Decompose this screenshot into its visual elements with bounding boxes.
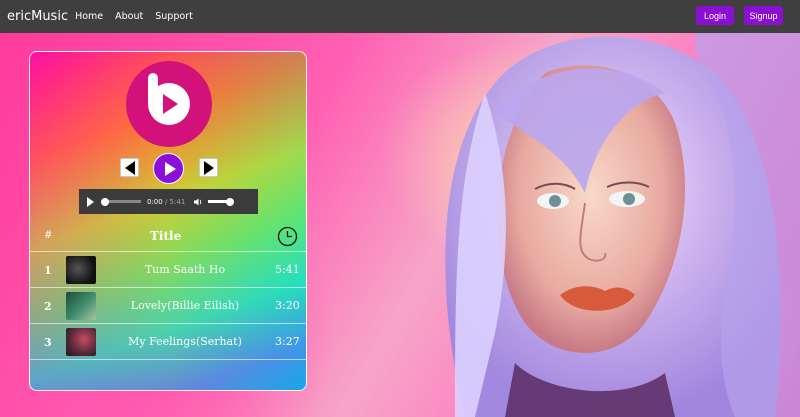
table-row[interactable]: 1 Tum Saath Ho 5:41 (30, 252, 306, 288)
play-button[interactable] (153, 153, 184, 184)
playlist-table: # Title 1 Tum Saath Ho 5:41 2 Lovely(Bil… (30, 222, 306, 360)
auth-buttons: Login Signup (696, 6, 783, 25)
play-icon (164, 161, 176, 176)
clock-icon (277, 226, 298, 247)
row-number: 1 (44, 264, 52, 277)
nav-link-home[interactable]: Home (75, 11, 103, 22)
portrait-illustration (445, 33, 800, 417)
table-row[interactable]: 2 Lovely(Billie Eilish) 3:20 (30, 288, 306, 324)
audio-time-separator: / (162, 197, 170, 206)
song-title[interactable]: My Feelings(Serhat) (96, 335, 274, 348)
audio-player: 0:00 / 5:41 (79, 189, 258, 214)
header-number: # (44, 230, 53, 241)
brand-logo-text[interactable]: ericMusic (7, 9, 68, 24)
audio-duration: 5:41 (169, 197, 186, 206)
album-thumbnail (66, 328, 96, 356)
song-duration: 3:27 (275, 335, 300, 348)
next-icon (203, 160, 214, 175)
volume-slider[interactable] (208, 197, 235, 206)
audio-seek-slider[interactable] (101, 197, 141, 206)
signup-button[interactable]: Signup (744, 6, 783, 25)
previous-track-button[interactable] (120, 158, 139, 177)
nav-link-support[interactable]: Support (155, 11, 193, 22)
nav-link-about[interactable]: About (115, 11, 143, 22)
login-button[interactable]: Login (696, 6, 734, 25)
playlist-header: # Title (30, 222, 306, 252)
album-thumbnail (66, 256, 96, 284)
header-title: Title (150, 229, 182, 243)
music-logo-icon (126, 61, 212, 147)
volume-icon[interactable] (193, 197, 203, 207)
album-thumbnail (66, 292, 96, 320)
music-player-card: 0:00 / 5:41 # Title 1 Tum Saath Ho 5:41 … (29, 51, 307, 391)
song-duration: 3:20 (275, 299, 300, 312)
previous-icon (124, 160, 135, 175)
song-title[interactable]: Lovely(Billie Eilish) (96, 299, 274, 312)
audio-play-icon[interactable] (87, 196, 94, 207)
audio-time: 0:00 / 5:41 (147, 198, 185, 206)
table-row[interactable]: 3 My Feelings(Serhat) 3:27 (30, 324, 306, 360)
row-number: 3 (44, 336, 52, 349)
navbar: ericMusic Home About Support Login Signu… (0, 0, 800, 33)
audio-current-time: 0:00 (147, 197, 163, 206)
row-number: 2 (44, 300, 52, 313)
next-track-button[interactable] (199, 158, 218, 177)
song-title[interactable]: Tum Saath Ho (96, 263, 274, 276)
song-duration: 5:41 (275, 263, 300, 276)
